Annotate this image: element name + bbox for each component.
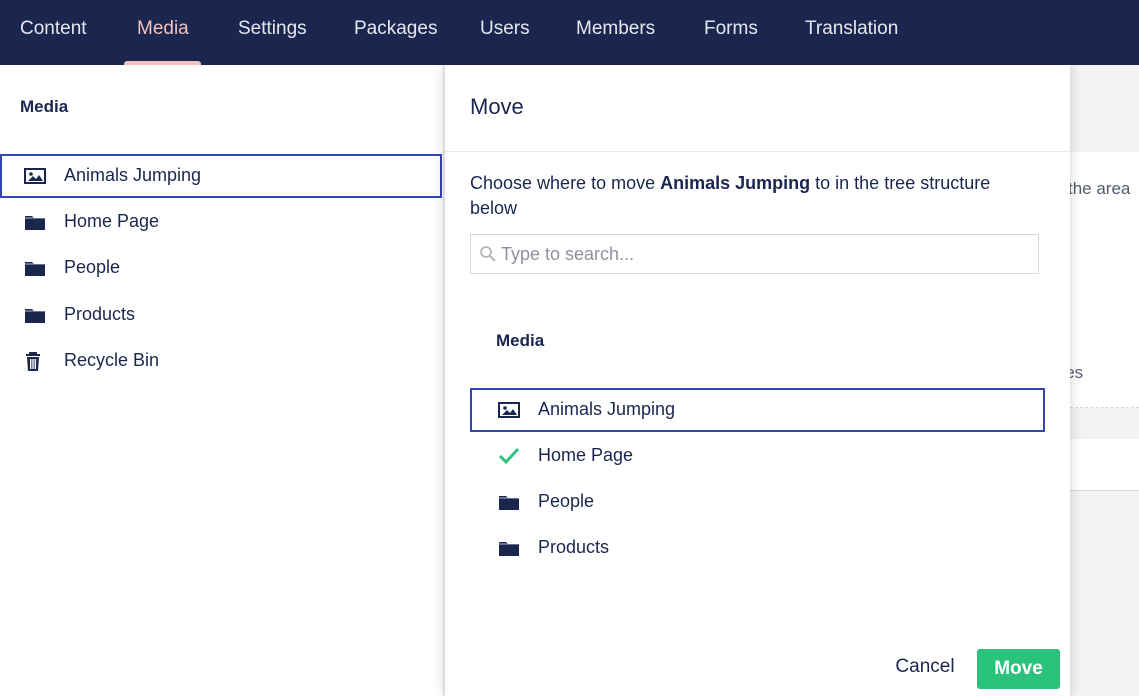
media-tree-sidebar: Media Animals Jumping Home Page People P…	[0, 65, 444, 696]
tree-item-label: Animals Jumping	[538, 399, 676, 419]
tree-item-label: People	[538, 491, 595, 511]
tab-settings[interactable]: Settings	[238, 18, 307, 40]
sidebar-item-label: Products	[64, 304, 136, 324]
folder-icon	[25, 216, 45, 230]
move-dialog: Move Choose where to move Animals Jumpin…	[445, 65, 1070, 696]
tab-members[interactable]: Members	[576, 18, 655, 40]
folder-icon	[25, 262, 45, 276]
sidebar-item-animals-jumping[interactable]: Animals Jumping	[0, 154, 442, 198]
top-navigation-bar: Content Media Settings Packages Users Me…	[0, 0, 1139, 65]
sidebar-item-label: Home Page	[64, 211, 160, 231]
search-icon	[480, 246, 496, 262]
move-instruction: Choose where to move Animals Jumping to …	[470, 171, 1030, 221]
tab-packages[interactable]: Packages	[354, 18, 437, 40]
tab-users[interactable]: Users	[480, 18, 530, 40]
sidebar-item-recycle-bin[interactable]: Recycle Bin	[0, 339, 442, 383]
tree-item-animals-jumping[interactable]: Animals Jumping	[470, 388, 1045, 432]
sidebar-title: Media	[20, 97, 69, 116]
tab-forms[interactable]: Forms	[704, 18, 758, 40]
image-icon	[24, 168, 46, 184]
dialog-divider	[445, 151, 1070, 152]
sidebar-item-home-page[interactable]: Home Page	[0, 200, 442, 244]
tree-item-label: Home Page	[538, 445, 634, 465]
sidebar-item-label: People	[64, 257, 121, 277]
search-box	[470, 234, 1039, 274]
sidebar-item-products[interactable]: Products	[0, 293, 442, 337]
folder-icon	[25, 309, 45, 323]
search-input[interactable]	[501, 235, 1031, 273]
tab-translation[interactable]: Translation	[805, 18, 898, 40]
background-card	[1070, 439, 1139, 491]
image-icon	[498, 402, 520, 418]
sidebar-item-label: Animals Jumping	[64, 165, 202, 185]
tab-media[interactable]: Media	[137, 18, 189, 40]
instruction-prefix: Choose where to move	[470, 173, 661, 193]
instruction-item-name: Animals Jumping	[660, 173, 811, 193]
move-button[interactable]: Move	[977, 649, 1060, 689]
sidebar-item-people[interactable]: People	[0, 246, 442, 290]
background-text: the area	[1068, 179, 1131, 198]
tree-item-products[interactable]: Products	[470, 526, 1045, 570]
tree-item-people[interactable]: People	[470, 480, 1045, 524]
cancel-button[interactable]: Cancel	[885, 647, 965, 687]
trash-icon	[26, 352, 40, 371]
folder-icon	[499, 542, 519, 556]
tree-item-label: Products	[538, 537, 610, 557]
sidebar-item-label: Recycle Bin	[64, 350, 160, 370]
tree-item-home-page[interactable]: Home Page	[470, 434, 1045, 478]
tab-content[interactable]: Content	[20, 18, 87, 40]
dialog-title: Move	[470, 94, 524, 119]
folder-icon	[499, 496, 519, 510]
tree-root-media[interactable]: Media	[496, 331, 544, 351]
background-card: the area ules	[1052, 152, 1139, 408]
check-icon	[498, 447, 520, 465]
